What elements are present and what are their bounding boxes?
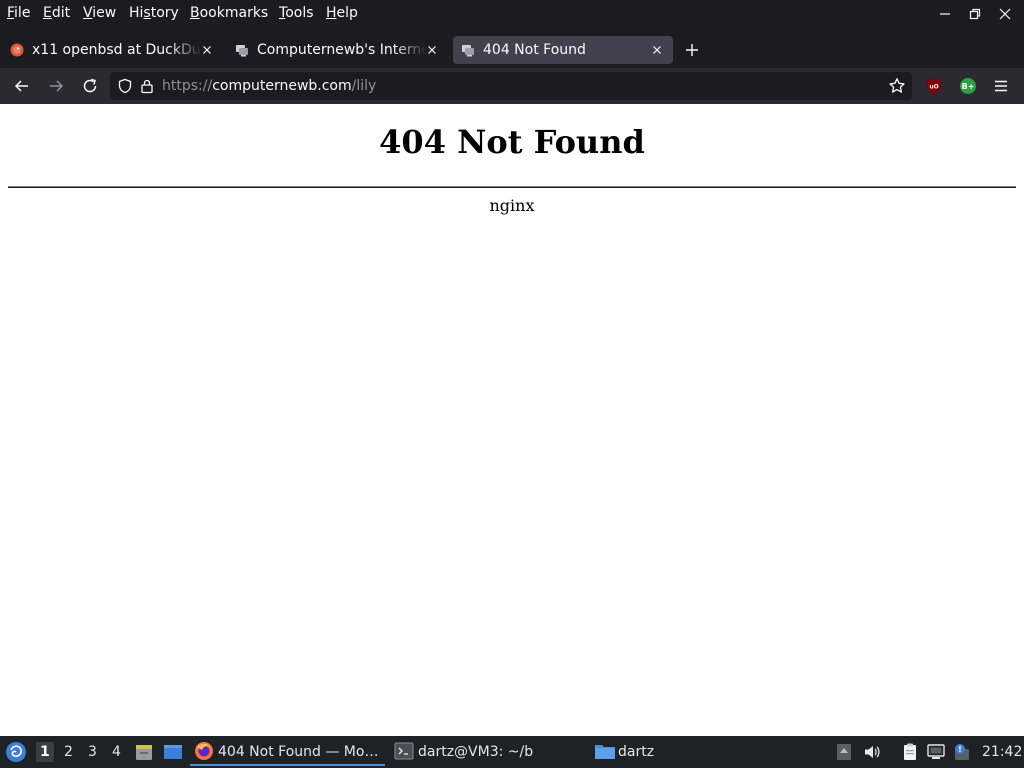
menu-edit[interactable]: Edit <box>43 4 70 22</box>
workspace-4[interactable]: 4 <box>112 744 121 760</box>
volume-icon[interactable] <box>862 742 882 762</box>
svg-text:!: ! <box>958 745 962 754</box>
ublock-origin-icon[interactable]: uO <box>925 77 943 95</box>
terminal-icon <box>394 742 414 760</box>
task-label: dartz@VM3: ~/b <box>418 744 534 760</box>
hamburger-menu-icon[interactable] <box>992 77 1010 95</box>
horizontal-rule <box>8 186 1016 188</box>
url-text[interactable]: https://computernewb.com/lily <box>162 77 376 95</box>
task-label: dartz <box>618 744 655 760</box>
url-bar[interactable]: https://computernewb.com/lily <box>110 72 912 100</box>
tray-arrow-icon[interactable] <box>834 742 854 762</box>
svg-text:uO: uO <box>929 84 938 91</box>
navigation-toolbar: https://computernewb.com/lily uO B+ <box>0 68 1024 104</box>
close-tab-icon[interactable] <box>201 44 213 56</box>
task-label: 404 Not Found — Mo… <box>218 744 379 760</box>
server-signature: nginx <box>489 196 535 215</box>
menu-bookmarks[interactable]: Bookmarks <box>190 4 268 22</box>
restore-icon[interactable] <box>966 5 984 23</box>
menu-tools[interactable]: Tools <box>279 4 314 22</box>
page-content: 404 Not Found nginx <box>0 104 1024 736</box>
clock: 21:42 <box>982 744 1023 760</box>
site-icon <box>462 45 474 57</box>
menu-file[interactable]: File <box>7 4 30 22</box>
workspace-3[interactable]: 3 <box>88 744 97 760</box>
new-tab-icon[interactable] <box>684 42 700 58</box>
site-icon <box>236 45 248 57</box>
menu-view[interactable]: View <box>83 4 116 22</box>
menu-help[interactable]: Help <box>326 4 358 22</box>
reload-icon[interactable] <box>80 76 100 96</box>
browser-chrome: File Edit View History Bookmarks Tools H… <box>0 0 1024 104</box>
tab-duckduckgo[interactable]: x11 openbsd at DuckDuckGo <box>2 36 224 64</box>
duckduckgo-icon <box>10 43 24 57</box>
folder-icon <box>595 745 615 759</box>
menu-history[interactable]: History <box>129 4 179 22</box>
workspace-2[interactable]: 2 <box>64 744 73 760</box>
lock-icon[interactable] <box>139 78 155 94</box>
show-desktop-icon[interactable] <box>162 742 184 762</box>
close-window-icon[interactable] <box>996 5 1014 23</box>
bookmark-star-icon[interactable] <box>888 77 906 95</box>
url-scheme: https:// <box>162 78 213 94</box>
clipboard-icon[interactable] <box>900 742 920 762</box>
tab-404-not-found[interactable]: 404 Not Found <box>453 36 673 64</box>
close-tab-icon[interactable] <box>651 44 663 56</box>
tab-title: 404 Not Found <box>483 42 586 58</box>
close-tab-icon[interactable] <box>426 44 438 56</box>
forward-icon[interactable] <box>46 76 66 96</box>
tab-computernewb[interactable]: Computernewb's Internet Archive <box>227 36 449 64</box>
file-manager-launcher-icon[interactable] <box>134 742 154 762</box>
task-firefox[interactable]: 404 Not Found — Mo… <box>190 738 385 766</box>
firefox-icon <box>195 742 213 760</box>
menu-bar: File Edit View History Bookmarks Tools H… <box>0 0 1024 28</box>
minimize-icon[interactable] <box>936 5 954 23</box>
tab-strip: x11 openbsd at DuckDuckGo Computernewb's… <box>0 32 1024 68</box>
svg-text:B+: B+ <box>962 82 975 91</box>
task-folder[interactable]: dartz <box>592 738 782 766</box>
taskbar: 1 2 3 4 404 Not Found — Mo… dartz@VM3: ~… <box>0 736 1024 768</box>
shield-icon[interactable] <box>117 78 133 94</box>
network-icon[interactable] <box>926 742 946 762</box>
workspace-1[interactable]: 1 <box>36 742 54 762</box>
url-host: computernewb.com <box>212 78 352 94</box>
update-notification-icon[interactable]: ! <box>952 742 972 762</box>
privacy-badge-icon[interactable]: B+ <box>958 76 978 96</box>
tab-title: x11 openbsd at DuckDuckGo <box>32 42 202 58</box>
tab-title: Computernewb's Internet Archive <box>257 42 427 58</box>
start-menu-icon[interactable] <box>5 741 27 763</box>
page-heading: 404 Not Found <box>379 123 645 161</box>
url-path: /lily <box>351 78 377 94</box>
back-icon[interactable] <box>12 76 32 96</box>
task-terminal[interactable]: dartz@VM3: ~/b <box>392 738 582 766</box>
